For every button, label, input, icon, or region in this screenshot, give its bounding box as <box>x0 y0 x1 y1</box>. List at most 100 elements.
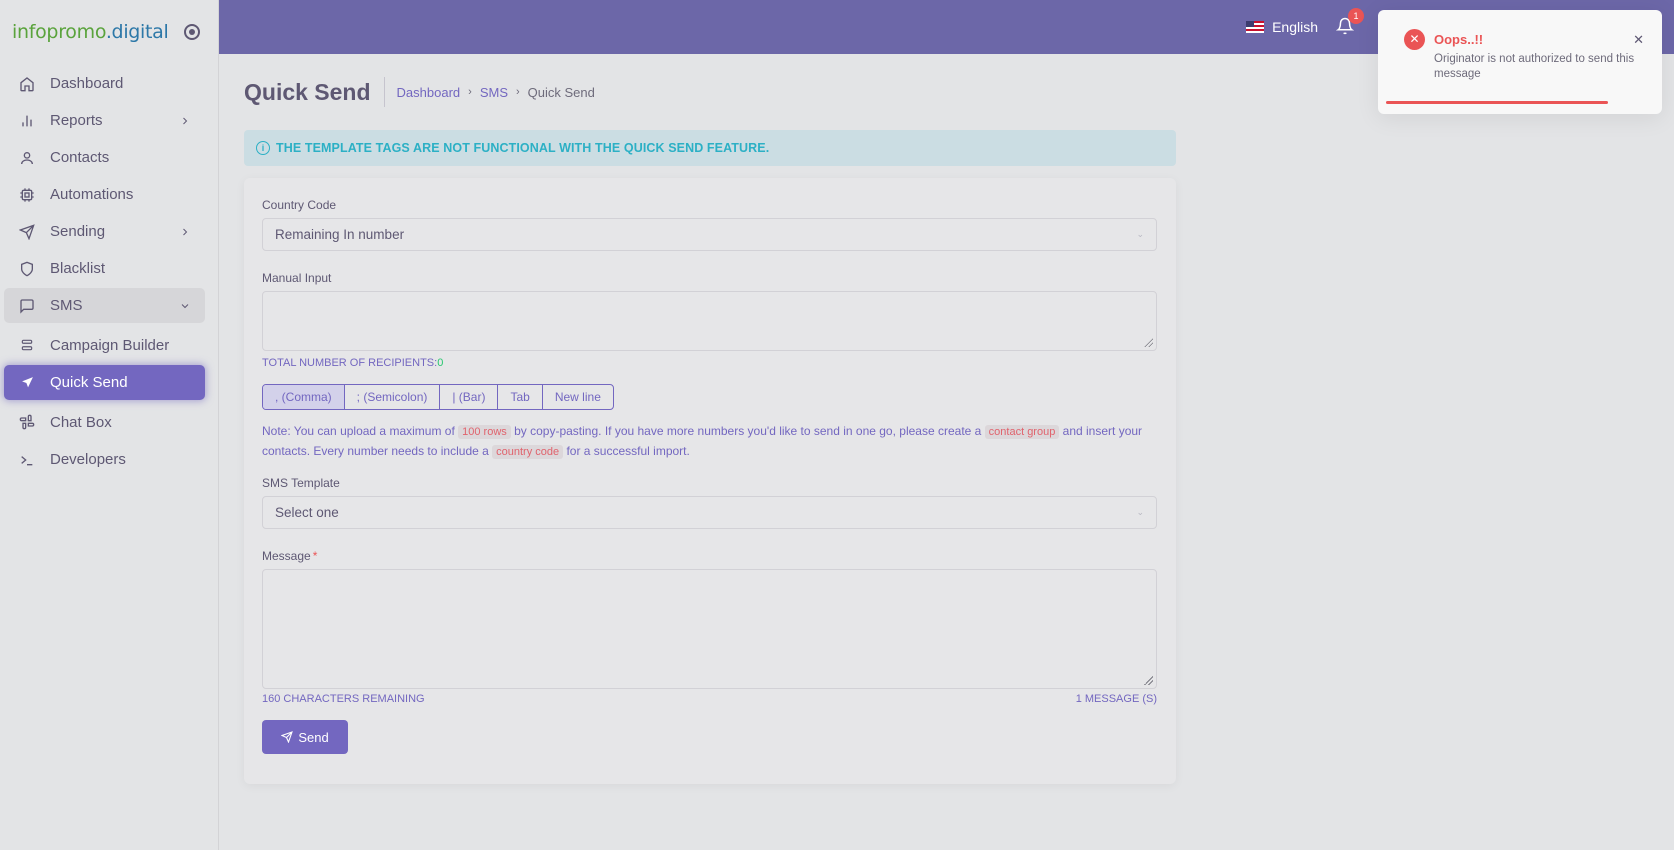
bar-chart-icon <box>18 112 36 130</box>
delimiter-semicolon-button[interactable]: ; (Semicolon) <box>343 385 440 409</box>
chevron-right-icon: › <box>516 86 520 98</box>
note-text: Note: You can upload a maximum of <box>262 424 459 438</box>
terminal-icon <box>18 451 36 469</box>
shield-icon <box>18 260 36 278</box>
toast-title: Oops..!! <box>1434 32 1484 47</box>
chevron-right-icon: › <box>468 86 472 98</box>
message-count: 1 MESSAGE (S) <box>1075 693 1157 705</box>
chevron-down-icon <box>181 303 189 308</box>
sidebar-collapse-toggle-icon[interactable] <box>184 24 200 40</box>
delimiter-tab-button[interactable]: Tab <box>497 385 541 409</box>
notification-badge: 1 <box>1348 7 1364 24</box>
note-text: for a successful import. <box>563 444 690 458</box>
breadcrumb-sms[interactable]: SMS <box>480 85 508 100</box>
send-icon <box>18 374 36 392</box>
main-content: Quick Send Dashboard › SMS › Quick Send … <box>244 54 1176 784</box>
sms-template-label: SMS Template <box>262 476 340 490</box>
sidebar: infopromo.digital Dashboard Reports Cont… <box>0 0 219 850</box>
breadcrumb-dashboard[interactable]: Dashboard <box>397 85 461 100</box>
recipients-counter: TOTAL NUMBER OF RECIPIENTS:0 <box>262 357 1157 369</box>
manual-input-label: Manual Input <box>262 271 332 285</box>
page-header: Quick Send Dashboard › SMS › Quick Send <box>244 54 1176 130</box>
sidebar-item-label: Quick Send <box>50 374 128 391</box>
characters-remaining: 160 CHARACTERS REMAINING <box>262 693 425 705</box>
delimiter-button-group: , (Comma) ; (Semicolon) | (Bar) Tab New … <box>262 384 614 410</box>
sidebar-item-sms[interactable]: SMS <box>4 288 205 323</box>
send-button-label: Send <box>298 729 329 745</box>
info-icon: i <box>256 141 270 155</box>
sidebar-item-label: Chat Box <box>50 413 112 431</box>
sidebar-item-label: Developers <box>50 451 126 468</box>
brand-logo[interactable]: infopromo.digital <box>12 21 169 43</box>
delimiter-comma-button[interactable]: , (Comma) <box>263 385 344 409</box>
resize-handle-icon[interactable] <box>1143 337 1153 347</box>
recipients-label: TOTAL NUMBER OF RECIPIENTS: <box>262 357 438 369</box>
sidebar-item-label: Campaign Builder <box>50 336 170 354</box>
note-text: by copy-pasting. If you have more number… <box>510 424 985 438</box>
sidebar-item-blacklist[interactable]: Blacklist <box>4 251 205 286</box>
sidebar-item-campaign-builder[interactable]: Campaign Builder <box>4 327 205 363</box>
close-icon[interactable]: ✕ <box>1633 32 1644 48</box>
language-selector[interactable]: English <box>1246 19 1318 35</box>
language-label: English <box>1272 19 1318 35</box>
sidebar-item-reports[interactable]: Reports <box>4 103 205 138</box>
delimiter-bar-button[interactable]: | (Bar) <box>439 385 497 409</box>
message-square-icon <box>18 297 36 315</box>
toast-progress-bar <box>1386 101 1608 104</box>
sms-template-select[interactable]: Select one ⌄ <box>262 496 1157 529</box>
sidebar-item-label: SMS <box>50 297 83 314</box>
sidebar-item-automations[interactable]: Automations <box>4 177 205 212</box>
sidebar-item-label: Automations <box>50 186 134 203</box>
message-label-text: Message <box>262 549 311 563</box>
breadcrumb-current: Quick Send <box>527 84 595 100</box>
sidebar-item-developers[interactable]: Developers <box>4 442 205 477</box>
user-icon <box>18 149 36 167</box>
send-button[interactable]: Send <box>262 720 348 754</box>
error-x-icon: ✕ <box>1404 29 1425 50</box>
info-alert: i THE TEMPLATE TAGS ARE NOT FUNCTIONAL W… <box>244 130 1176 166</box>
sidebar-item-quick-send[interactable]: Quick Send <box>4 365 205 400</box>
sidebar-item-label: Blacklist <box>50 260 106 277</box>
sidebar-item-dashboard[interactable]: Dashboard <box>4 66 205 101</box>
sidebar-item-chat-box[interactable]: Chat Box <box>4 404 205 440</box>
cpu-icon <box>18 186 36 204</box>
brand-logo-part2: .digital <box>105 21 169 43</box>
chevron-down-icon: ⌄ <box>1136 507 1144 517</box>
slack-icon <box>18 413 36 431</box>
us-flag-icon <box>1246 21 1265 33</box>
layers-icon <box>18 336 36 354</box>
chevron-right-icon <box>183 228 188 235</box>
sidebar-item-label: Sending <box>50 223 106 240</box>
brand-logo-part1: infopromo <box>12 21 106 43</box>
quick-send-form: Country Code Remaining In number ⌄ Manua… <box>244 178 1176 784</box>
error-toast: ✕ Oops..!! Originator is not authorized … <box>1378 10 1662 114</box>
note-code-contact-group: contact group <box>984 425 1060 439</box>
manual-input-textarea[interactable] <box>262 291 1157 351</box>
chevron-down-icon: ⌄ <box>1136 229 1144 239</box>
recipients-count: 0 <box>437 357 444 369</box>
note-code-country-code: country code <box>492 445 564 459</box>
sidebar-item-label: Reports <box>50 112 103 129</box>
resize-handle-icon[interactable] <box>1143 675 1153 685</box>
country-code-select[interactable]: Remaining In number ⌄ <box>262 218 1157 251</box>
upload-note: Note: You can upload a maximum of 100 ro… <box>262 422 1157 462</box>
country-code-value: Remaining In number <box>275 227 405 242</box>
sidebar-item-contacts[interactable]: Contacts <box>4 140 205 175</box>
notifications-button[interactable]: 1 <box>1335 7 1364 38</box>
chevron-right-icon <box>183 117 188 124</box>
delimiter-newline-button[interactable]: New line <box>541 385 613 409</box>
page-title: Quick Send <box>244 77 385 107</box>
note-code-rows: 100 rows <box>458 425 511 439</box>
sidebar-item-label: Contacts <box>50 149 110 166</box>
brand: infopromo.digital <box>0 0 218 64</box>
message-label: Message * <box>262 549 1157 563</box>
sidebar-nav: Dashboard Reports Contacts Automations S… <box>0 66 218 477</box>
sms-template-value: Select one <box>275 505 339 520</box>
send-icon <box>281 731 294 743</box>
message-textarea[interactable] <box>262 569 1157 689</box>
country-code-label: Country Code <box>262 198 337 212</box>
send-icon <box>18 223 36 241</box>
alert-text: THE TEMPLATE TAGS ARE NOT FUNCTIONAL WIT… <box>276 141 770 155</box>
sidebar-item-sending[interactable]: Sending <box>4 214 205 249</box>
breadcrumb: Dashboard › SMS › Quick Send <box>397 85 595 100</box>
